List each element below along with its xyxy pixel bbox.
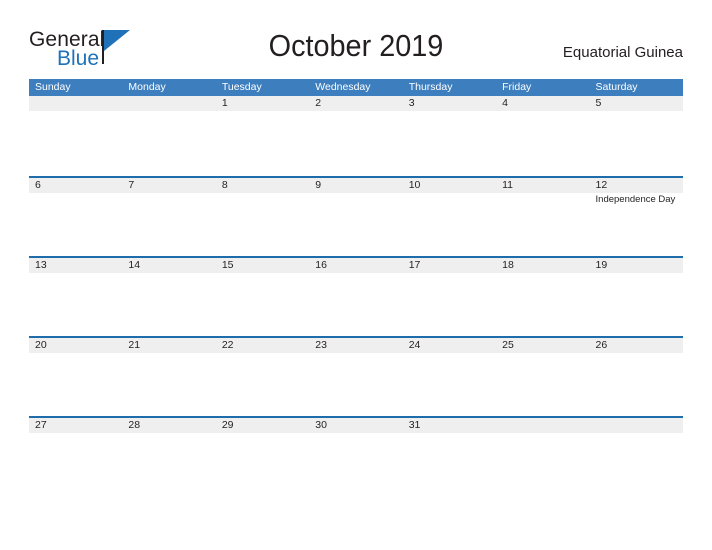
calendar-day-cell[interactable]: 29: [216, 418, 309, 433]
calendar-week-row: 20 21 22 23 24 25 26: [29, 336, 683, 416]
day-number: 24: [408, 339, 421, 351]
calendar-week-row: 27 28 29 30 31: [29, 416, 683, 496]
weekday-monday: Monday: [128, 81, 166, 93]
page-header: General Blue October 2019 Equatorial Gui…: [29, 26, 683, 72]
weekday-wednesday: Wednesday: [315, 81, 371, 93]
holiday-event-label: Independence Day: [595, 194, 676, 205]
calendar-day-cell[interactable]: 7: [122, 178, 215, 193]
calendar-day-cell[interactable]: 6: [29, 178, 122, 193]
calendar-day-cell[interactable]: 19: [590, 258, 683, 273]
calendar-day-cell[interactable]: 27: [29, 418, 122, 433]
weekday-sunday: Sunday: [35, 81, 71, 93]
day-number: 20: [35, 339, 47, 351]
weekday-thursday: Thursday: [408, 81, 453, 93]
calendar-day-cell[interactable]: 22: [216, 338, 309, 353]
calendar-day-cell[interactable]: 15: [216, 258, 309, 273]
calendar-day-cell[interactable]: 9: [309, 178, 402, 193]
day-number: 23: [315, 339, 327, 351]
calendar-day-cell[interactable]: 3: [403, 96, 496, 111]
calendar-day-cell[interactable]: 17: [403, 258, 496, 273]
day-number: 12: [595, 179, 608, 191]
week-date-band: 6 7 8 9 10 11 12 Independence Day: [29, 178, 683, 205]
day-number: 7: [128, 179, 135, 191]
calendar-day-cell[interactable]: 4: [496, 96, 589, 111]
calendar-day-cell-empty: [29, 96, 122, 111]
week-date-band: 1 2 3 4 5: [29, 96, 683, 111]
day-number: 21: [128, 339, 141, 351]
day-number: 26: [595, 339, 608, 351]
calendar-day-cell[interactable]: 16: [309, 258, 402, 273]
calendar-day-cell[interactable]: 30: [309, 418, 402, 433]
day-number: 6: [35, 179, 41, 191]
calendar-day-cell[interactable]: 21: [122, 338, 215, 353]
weekday-tuesday: Tuesday: [221, 81, 262, 93]
weekday-saturday: Saturday: [595, 81, 638, 93]
day-number: 27: [35, 419, 47, 431]
calendar-day-cell[interactable]: 26: [590, 338, 683, 353]
calendar-week-row: 13 14 15 16 17 18 19: [29, 256, 683, 336]
calendar-page: General Blue October 2019 Equatorial Gui…: [0, 0, 712, 550]
calendar-day-cell[interactable]: 14: [122, 258, 215, 273]
calendar-day-cell[interactable]: 25: [496, 338, 589, 353]
weekday-friday: Friday: [502, 81, 532, 93]
calendar-day-cell[interactable]: 12 Independence Day: [590, 178, 683, 205]
calendar-day-cell[interactable]: 2: [309, 96, 402, 111]
calendar-week-row: 1 2 3 4 5: [29, 96, 683, 176]
day-number: 10: [408, 179, 421, 191]
day-number: 17: [408, 259, 421, 271]
calendar-day-cell[interactable]: 28: [122, 418, 215, 433]
calendar-day-cell-empty: [590, 418, 683, 433]
day-number: 5: [595, 97, 602, 109]
week-date-band: 13 14 15 16 17 18 19: [29, 258, 683, 273]
calendar-day-cell[interactable]: 24: [403, 338, 496, 353]
calendar-day-cell[interactable]: 13: [29, 258, 122, 273]
calendar-day-cell-empty: [496, 418, 589, 433]
week-date-band: 27 28 29 30 31: [29, 418, 683, 433]
calendar-day-cell[interactable]: 10: [403, 178, 496, 193]
day-number: 18: [502, 259, 514, 271]
calendar-day-cell[interactable]: 1: [216, 96, 309, 111]
calendar-day-cell[interactable]: 5: [590, 96, 683, 111]
calendar-weeks: 1 2 3 4 5 6 7 8 9 10 11 12 Independence Day 13 14 15 16 1…: [29, 96, 683, 496]
calendar-grid: Sunday Monday Tuesday Wednesday Thursday…: [29, 79, 683, 496]
day-number: 14: [128, 259, 141, 271]
calendar-day-cell[interactable]: 18: [496, 258, 589, 273]
day-number: 13: [35, 259, 47, 271]
day-number: 2: [315, 97, 322, 109]
week-date-band: 20 21 22 23 24 25 26: [29, 338, 683, 353]
day-events: Independence Day: [596, 194, 689, 206]
day-number: 31: [408, 419, 421, 431]
day-number: 9: [315, 179, 322, 191]
calendar-day-cell[interactable]: 8: [216, 178, 309, 193]
day-number: 22: [221, 339, 234, 351]
day-number: 3: [408, 97, 415, 109]
day-number: 1: [221, 97, 228, 109]
day-number: 29: [221, 419, 234, 431]
calendar-day-cell[interactable]: 31: [403, 418, 496, 433]
day-number: 16: [315, 259, 327, 271]
calendar-day-cell[interactable]: 20: [29, 338, 122, 353]
calendar-day-cell[interactable]: 11: [496, 178, 589, 193]
weekday-header-row: Sunday Monday Tuesday Wednesday Thursday…: [29, 79, 683, 96]
day-number: 19: [595, 259, 608, 271]
day-number: 4: [502, 97, 508, 109]
calendar-week-row: 6 7 8 9 10 11 12 Independence Day: [29, 176, 683, 256]
calendar-day-cell[interactable]: 23: [309, 338, 402, 353]
day-number: 30: [315, 419, 327, 431]
day-number: 28: [128, 419, 141, 431]
day-number: 15: [221, 259, 234, 271]
day-number: 11: [502, 179, 514, 191]
country-label: Equatorial Guinea: [562, 44, 683, 61]
day-number: 25: [502, 339, 514, 351]
day-number: 8: [221, 179, 228, 191]
calendar-day-cell-empty: [122, 96, 215, 111]
